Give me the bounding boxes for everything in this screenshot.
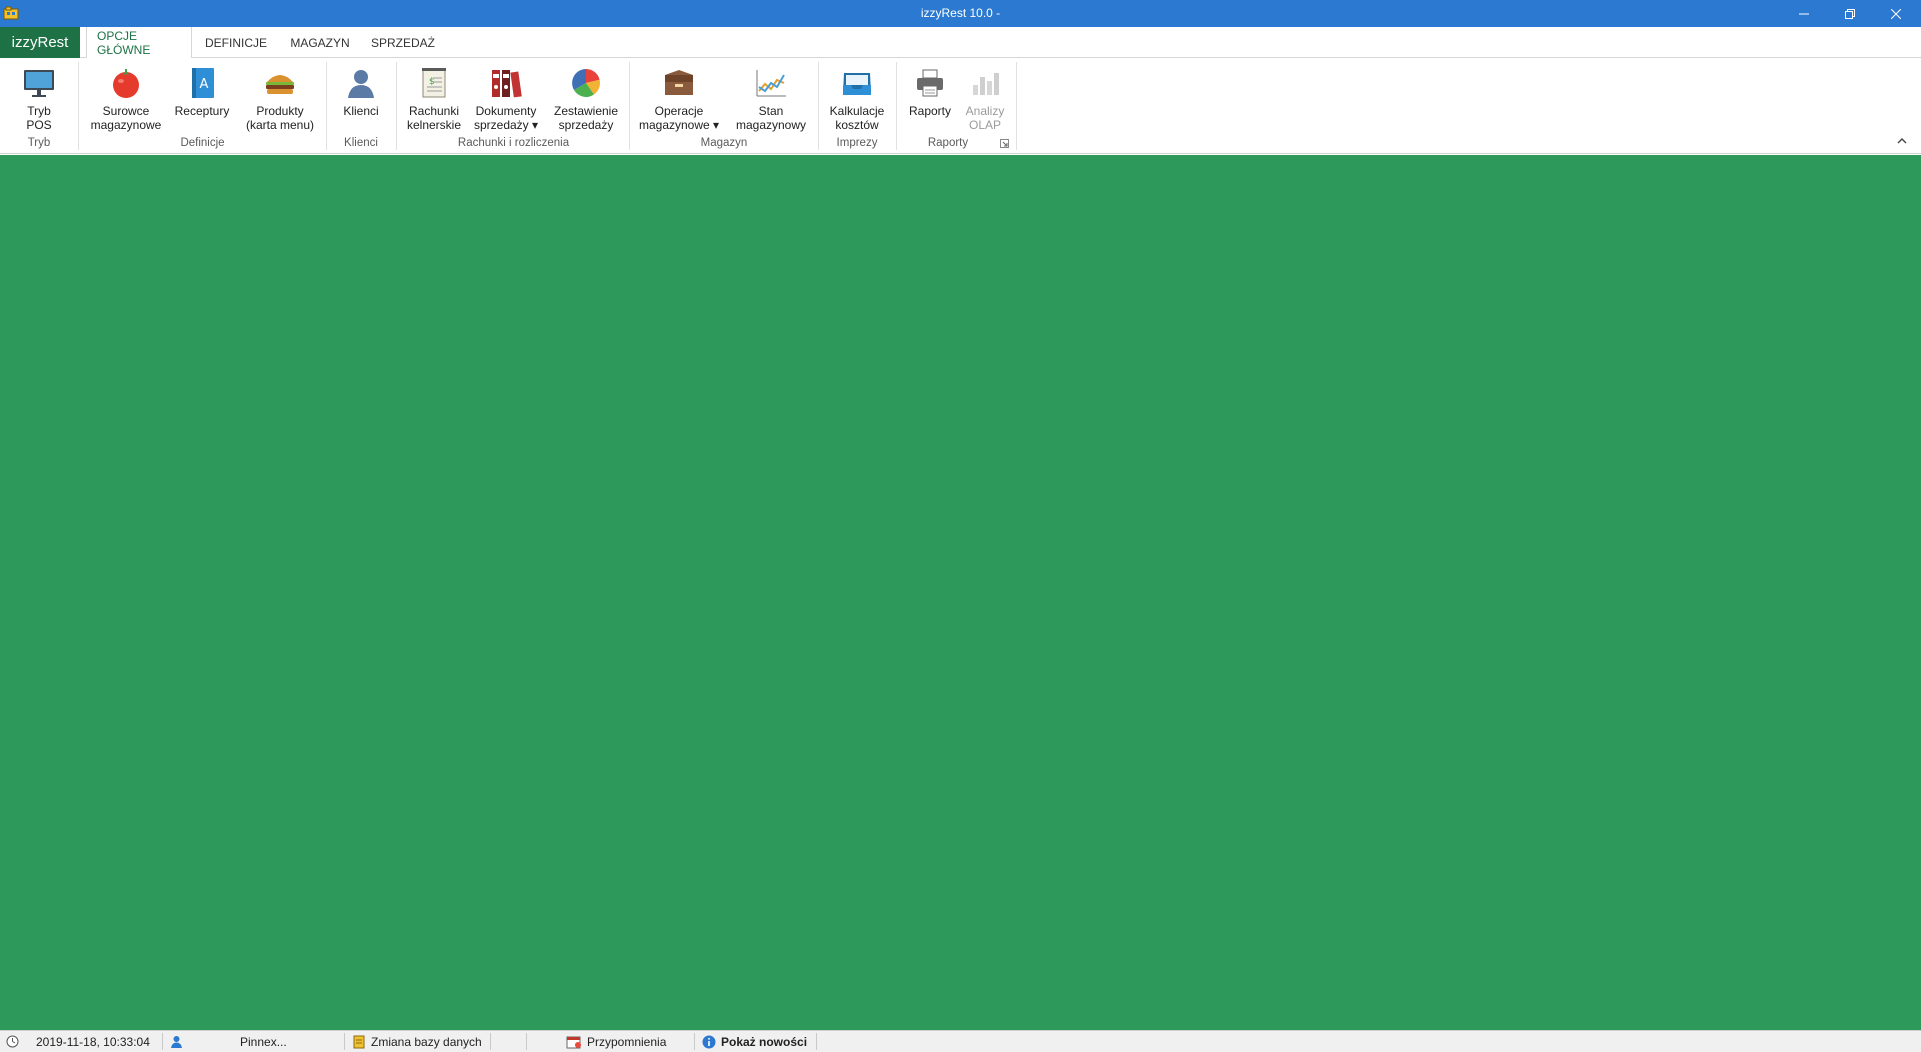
monitor-icon [22,66,56,100]
database-icon [353,1031,365,1052]
close-icon [1891,8,1901,19]
tab-definicje[interactable]: DEFINICJE [196,27,276,58]
kalkulacje-label-1: Kalkulacje [829,104,885,118]
analizy-label-2: OLAP [968,118,1001,132]
rachunki-kelnerskie-button[interactable]: $ Rachunki kelnerskie [403,62,465,138]
stan-label-2: magazynowy [735,118,807,132]
ribbon-tab-row: izzyRest OPCJE GŁÓWNE DEFINICJE MAGAZYN … [0,27,1921,59]
stan-magazynowy-button[interactable]: Stan magazynowy [730,62,812,138]
status-datetime: 2019-11-18, 10:33:04 [36,1034,150,1049]
burger-icon [263,66,297,100]
kalkulacje-kosztow-button[interactable]: Kalkulacje kosztów [825,62,889,138]
restore-button[interactable] [1827,0,1873,27]
minimize-button[interactable] [1781,0,1827,27]
status-bar: 2019-11-18, 10:33:04 Pinnex... Zmiana ba… [0,1030,1921,1052]
group-klienci: Klienci [344,137,378,149]
person-icon [344,66,378,100]
surowce-magazynowe-button[interactable]: Surowce magazynowe [85,62,167,138]
bar-chart-icon [968,66,1002,100]
operacje-label-1: Operacje [654,104,704,118]
klienci-button[interactable]: Klienci [334,62,388,138]
tomato-icon [109,66,143,100]
produkty-label-1: Produkty [256,104,304,118]
stan-label-1: Stan [758,104,784,118]
status-user: Pinnex... [240,1034,287,1049]
analizy-label-1: Analizy [965,104,1005,118]
line-chart-icon [754,66,788,100]
pie-chart-icon [569,66,603,100]
receptury-label: Receptury [174,104,230,118]
receptury-button[interactable]: A Receptury [172,62,232,138]
klienci-label: Klienci [343,104,379,118]
zestawienie-sprzedazy-button[interactable]: Zestawienie sprzedaży [548,62,624,138]
tryb-pos-label-2: POS [26,118,52,132]
main-workspace [0,155,1921,1030]
tryb-pos-button[interactable]: Tryb POS [14,62,64,138]
receipt-icon: $ [417,66,451,100]
group-tryb: Tryb [27,137,51,149]
file-tab[interactable]: izzyRest [0,27,80,58]
close-button[interactable] [1873,0,1919,27]
reminders-button[interactable]: Przypomnienia [587,1031,666,1052]
window-title: izzyRest 10.0 - [920,6,1001,20]
rachunki-label-2: kelnerskie [406,118,462,132]
surowce-label-2: magazynowe [90,118,162,132]
group-rachunki-i-rozliczenia: Rachunki i rozliczenia [457,137,570,149]
title-bar: izzyRest 10.0 - [0,0,1921,27]
dokumenty-label-1: Dokumenty [475,104,537,118]
status-separator [344,1033,345,1050]
minimize-icon [1799,13,1809,14]
change-database-button[interactable]: Zmiana bazy danych [371,1031,482,1052]
svg-text:A: A [200,77,209,92]
zestawienie-label-1: Zestawienie [553,104,619,118]
collapse-ribbon-icon[interactable] [1896,136,1908,146]
surowce-label-1: Surowce [102,104,150,118]
box-icon [662,66,696,100]
status-separator [694,1033,695,1050]
group-raporty: Raporty [927,137,969,149]
group-separator [896,62,897,150]
dokumenty-label-2: sprzedaży ▾ [473,118,539,132]
status-separator [816,1033,817,1050]
status-separator [490,1033,491,1050]
produkty-label-2: (karta menu) [245,118,315,132]
tab-opcje-glowne[interactable]: OPCJE GŁÓWNE [86,27,192,59]
calendar-icon [566,1031,582,1052]
status-separator [162,1033,163,1050]
zestawienie-label-2: sprzedaży [558,118,614,132]
operacje-magazynowe-button[interactable]: Operacje magazynowe ▾ [636,62,722,138]
printer-icon [913,66,947,100]
group-magazyn: Magazyn [700,137,748,149]
raporty-label: Raporty [908,104,952,118]
group-separator [396,62,397,150]
rachunki-label-1: Rachunki [408,104,460,118]
binders-icon [489,66,523,100]
tryb-pos-label-1: Tryb [27,104,51,118]
restore-icon [1845,8,1855,19]
group-separator [78,62,79,150]
raporty-button[interactable]: Raporty [903,62,957,138]
clock-icon [6,1031,19,1052]
analizy-olap-button[interactable]: Analizy OLAP [960,62,1010,138]
dokumenty-sprzedazy-button[interactable]: Dokumenty sprzedaży ▾ [469,62,543,138]
status-separator [526,1033,527,1050]
group-definicje: Definicje [180,137,225,149]
ribbon: Tryb POS Tryb Surowce magazynowe A Recep… [0,58,1921,154]
group-separator [818,62,819,150]
operacje-label-2: magazynowe ▾ [638,118,720,132]
tab-sprzedaz[interactable]: SPRZEDAŻ [364,27,442,58]
recipe-book-icon: A [185,66,219,100]
dialog-launcher-icon[interactable] [1000,139,1009,148]
kalkulacje-label-2: kosztów [835,118,879,132]
tab-magazyn[interactable]: MAGAZYN [280,27,360,58]
user-icon [170,1031,183,1052]
info-icon [702,1031,716,1052]
group-separator [326,62,327,150]
group-imprezy: Imprezy [836,137,878,149]
group-separator [1016,62,1017,150]
produkty-button[interactable]: Produkty (karta menu) [240,62,320,138]
group-separator [629,62,630,150]
inbox-tray-icon [840,66,874,100]
show-news-button[interactable]: Pokaż nowości [721,1031,807,1052]
